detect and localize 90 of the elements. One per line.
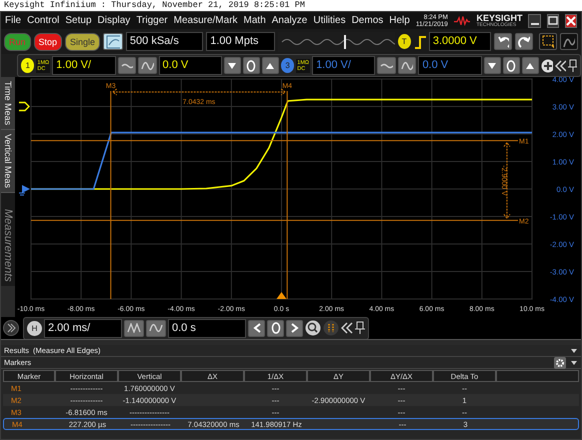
maximize-button[interactable]: [546, 14, 559, 28]
down-arrow-icon: [487, 62, 498, 70]
zigzag-icon: [127, 323, 141, 333]
menu-item[interactable]: Math: [244, 15, 266, 26]
add-icon[interactable]: [540, 58, 554, 72]
offset-zero-button[interactable]: [242, 57, 260, 74]
pin-icon[interactable]: [568, 58, 577, 72]
up-arrow-icon: [525, 62, 536, 70]
menu-item[interactable]: Setup: [65, 15, 92, 26]
menu-item[interactable]: Measure/Mark: [174, 15, 238, 26]
zero-icon: [270, 322, 280, 334]
chevron-right-icon: [290, 323, 298, 333]
rising-edge-icon: [414, 34, 426, 48]
offset-down-button[interactable]: [484, 57, 501, 74]
sine-icon: [141, 60, 154, 70]
chevron-left-icon: [252, 323, 260, 333]
trigger-position-icon: [276, 292, 286, 299]
vertical-offset-field[interactable]: 0.0 V: [158, 56, 222, 75]
time-scale-field[interactable]: 2.00 ms/: [44, 318, 122, 338]
curve-icon: [106, 34, 120, 48]
menu-item[interactable]: Display: [98, 15, 130, 26]
channel-badge[interactable]: 3: [280, 58, 294, 73]
filter-button[interactable]: [377, 57, 396, 74]
offset-zero-button[interactable]: [502, 57, 520, 74]
bars-icon[interactable]: [323, 320, 339, 336]
offset-up-button[interactable]: [522, 57, 539, 74]
redo-icon: [518, 34, 530, 48]
marker-line[interactable]: [286, 90, 288, 300]
acquisition-button[interactable]: Stop: [34, 32, 62, 50]
sine-icon: [400, 60, 414, 70]
position-left-button[interactable]: [248, 320, 265, 336]
menu-item[interactable]: File: [5, 15, 22, 26]
menu-item[interactable]: Trigger: [136, 15, 168, 26]
horizontal-badge[interactable]: H: [27, 320, 42, 336]
settings-icon[interactable]: [554, 356, 566, 368]
maximize-icon: [548, 16, 558, 26]
zero-icon: [506, 60, 516, 72]
menu-item[interactable]: Help: [389, 15, 410, 26]
sample-rate-field[interactable]: 500 kSa/s: [126, 32, 204, 51]
marker-line[interactable]: [110, 90, 112, 300]
offset-down-button[interactable]: [224, 57, 241, 74]
close-icon: [566, 16, 576, 26]
window-title: Keysight Infiniium : Thursday, November 21, 2019 8:25:01 PM: [4, 0, 305, 10]
redo-button[interactable]: [514, 33, 533, 50]
up-arrow-icon: [265, 62, 276, 70]
acquisition-button[interactable]: Single: [65, 32, 100, 50]
side-tab[interactable]: Time Meas: [1, 77, 15, 130]
ground-marker-icon: [18, 185, 30, 196]
auto-scale-button[interactable]: [103, 33, 123, 50]
sine-button[interactable]: [398, 57, 416, 74]
vertical-scale-field[interactable]: 1.00 V/: [312, 56, 376, 75]
time-position-field[interactable]: 0.0 s: [168, 318, 246, 338]
collapse-icon[interactable]: [341, 322, 353, 334]
trigger-badge[interactable]: T: [398, 34, 411, 49]
menu-item[interactable]: Control: [27, 15, 60, 26]
menu-item[interactable]: Utilities: [313, 15, 346, 26]
memory-depth-field[interactable]: 1.00 Mpts: [206, 32, 275, 51]
side-tab[interactable]: Vertical Meas: [1, 130, 15, 194]
zero-icon: [246, 60, 256, 72]
zoom-icon[interactable]: [305, 320, 321, 336]
marker-line[interactable]: [30, 140, 518, 142]
minimize-button[interactable]: [528, 14, 541, 28]
sine-icon: [149, 323, 163, 333]
marker-line[interactable]: [30, 220, 518, 221]
sine-button[interactable]: [138, 57, 157, 74]
trigger-level-field[interactable]: 3.0000 V: [428, 32, 491, 51]
sinc-button[interactable]: [124, 320, 144, 336]
offset-up-button[interactable]: [262, 57, 279, 74]
waveform-tool-button[interactable]: [560, 33, 578, 50]
brand-name: KEYSIGHT: [476, 14, 522, 22]
zoom-box-button[interactable]: [538, 33, 557, 50]
filter-button[interactable]: [118, 57, 136, 74]
close-button[interactable]: [564, 14, 577, 28]
vertical-offset-field[interactable]: 0.0 V: [418, 56, 482, 75]
menu-item[interactable]: Demos: [352, 15, 384, 26]
trigger-level-icon: [19, 102, 30, 112]
pin-icon[interactable]: [355, 321, 365, 335]
down-arrow-icon: [227, 62, 238, 70]
undo-button[interactable]: [494, 33, 512, 50]
position-zero-button[interactable]: [267, 320, 284, 336]
dashed-box-icon: [542, 34, 554, 48]
expand-icon[interactable]: [3, 320, 19, 336]
undo-icon: [496, 34, 509, 48]
collapse-icon[interactable]: [555, 60, 566, 72]
vertical-scale-field[interactable]: 1.00 V/: [52, 56, 116, 75]
menu-item[interactable]: Analyze: [272, 15, 308, 26]
position-right-button[interactable]: [286, 320, 303, 336]
sine-button[interactable]: [146, 320, 166, 336]
minimize-icon: [530, 22, 539, 24]
channel-badge[interactable]: 1: [21, 58, 34, 73]
